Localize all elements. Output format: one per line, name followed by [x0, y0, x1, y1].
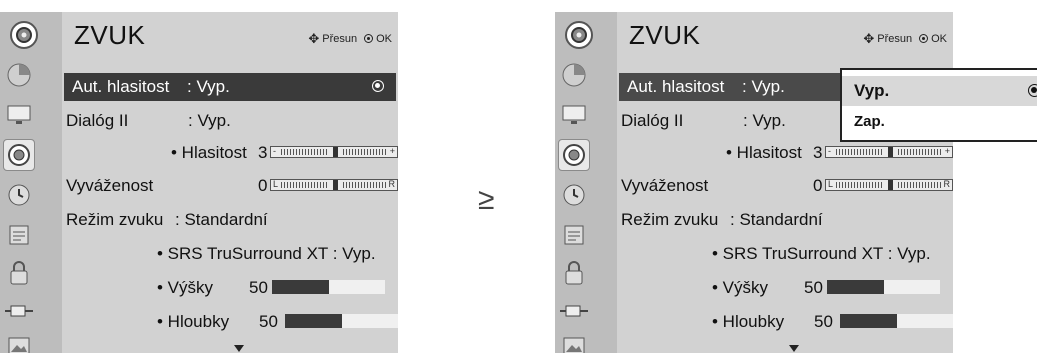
menu-row-auto-volume[interactable]: Aut. hlasitost : Vyp. [64, 73, 396, 101]
ok-icon [364, 34, 374, 43]
balance-knob[interactable] [888, 180, 893, 190]
nav-hint: ✥ Přesun OK [863, 31, 947, 46]
clock-icon[interactable] [4, 180, 34, 210]
menu-row-treble[interactable]: • Výšky 50 [619, 274, 953, 302]
bass-bar-fill [840, 314, 897, 328]
menu-row-treble[interactable]: • Výšky 50 [64, 274, 398, 302]
sound-menu-panel-open: ZVUK ✥ Přesun OK Aut. hlasitost : Vyp. D… [555, 12, 953, 353]
picture-icon[interactable] [4, 60, 34, 90]
option-icon[interactable] [4, 220, 34, 250]
menu-row-srs[interactable]: • SRS TruSurround XT : Vyp. [619, 240, 953, 268]
menu-row-bass[interactable]: • Hloubky 50 [64, 308, 398, 336]
balance-slider[interactable]: L R [825, 179, 953, 191]
photo-icon[interactable] [559, 330, 589, 353]
screen-icon[interactable] [4, 100, 34, 130]
lock-icon[interactable] [559, 258, 589, 288]
treble-bar[interactable] [272, 280, 385, 294]
lock-icon[interactable] [4, 258, 34, 288]
menu-row-sound-mode[interactable]: Režim zvuku : Standardní [619, 206, 953, 234]
menu-row-srs[interactable]: • SRS TruSurround XT : Vyp. [64, 240, 398, 268]
menu-sidebar [0, 12, 62, 353]
nav-hint: ✥ Přesun OK [308, 31, 392, 46]
sound-icon[interactable] [558, 139, 590, 171]
menu-row-balance[interactable]: Vyváženost 0 L R [619, 172, 953, 200]
screen-icon[interactable] [559, 100, 589, 130]
clock-icon[interactable] [559, 180, 589, 210]
sound-menu-panel: ZVUK ✥ Přesun OK Aut. hlasitost : Vyp. D… [0, 12, 398, 353]
menu-row-bass[interactable]: • Hloubky 50 [619, 308, 953, 336]
move-arrows-icon: ✥ [863, 31, 875, 46]
menu-title: ZVUK [629, 20, 701, 50]
sound-icon [561, 18, 597, 52]
ok-icon [919, 34, 929, 43]
bass-bar[interactable] [840, 314, 953, 328]
treble-bar-fill [827, 280, 884, 294]
menu-sidebar [555, 12, 617, 353]
scroll-down-arrow-icon[interactable] [234, 345, 244, 352]
volume-knob[interactable] [888, 147, 893, 157]
scroll-down-arrow-icon[interactable] [789, 345, 799, 352]
move-arrows-icon: ✥ [308, 31, 320, 46]
menu-row-balance[interactable]: Vyváženost 0 L R [64, 172, 398, 200]
picture-icon[interactable] [559, 60, 589, 90]
auto-volume-dropdown[interactable]: Vyp. Zap. [840, 68, 1037, 142]
menu-row-dialog[interactable]: Dialóg II : Vyp. [64, 107, 398, 135]
sound-icon[interactable] [3, 139, 35, 171]
radio-selected-icon [1028, 84, 1037, 97]
menu-title: ZVUK [74, 20, 146, 50]
treble-bar-fill [272, 280, 329, 294]
option-icon[interactable] [559, 220, 589, 250]
bass-bar-fill [285, 314, 342, 328]
transition-arrow: ≥ [478, 183, 495, 216]
menu-row-volume[interactable]: • Hlasitost 3 - + [64, 139, 398, 167]
menu-row-sound-mode[interactable]: Režim zvuku : Standardní [64, 206, 398, 234]
dropdown-option-on[interactable]: Zap. [842, 108, 1037, 138]
menu-row-volume[interactable]: • Hlasitost 3 - + [619, 139, 953, 167]
dropdown-option-off[interactable]: Vyp. [842, 76, 1037, 106]
photo-icon[interactable] [4, 330, 34, 353]
treble-bar[interactable] [827, 280, 940, 294]
balance-knob[interactable] [333, 180, 338, 190]
radio-selected-icon [372, 80, 384, 92]
bass-bar[interactable] [285, 314, 398, 328]
volume-slider[interactable]: - + [825, 146, 953, 158]
sound-icon [6, 18, 42, 52]
balance-slider[interactable]: L R [270, 179, 398, 191]
volume-knob[interactable] [333, 147, 338, 157]
input-icon[interactable] [4, 296, 34, 326]
input-icon[interactable] [559, 296, 589, 326]
volume-slider[interactable]: - + [270, 146, 398, 158]
